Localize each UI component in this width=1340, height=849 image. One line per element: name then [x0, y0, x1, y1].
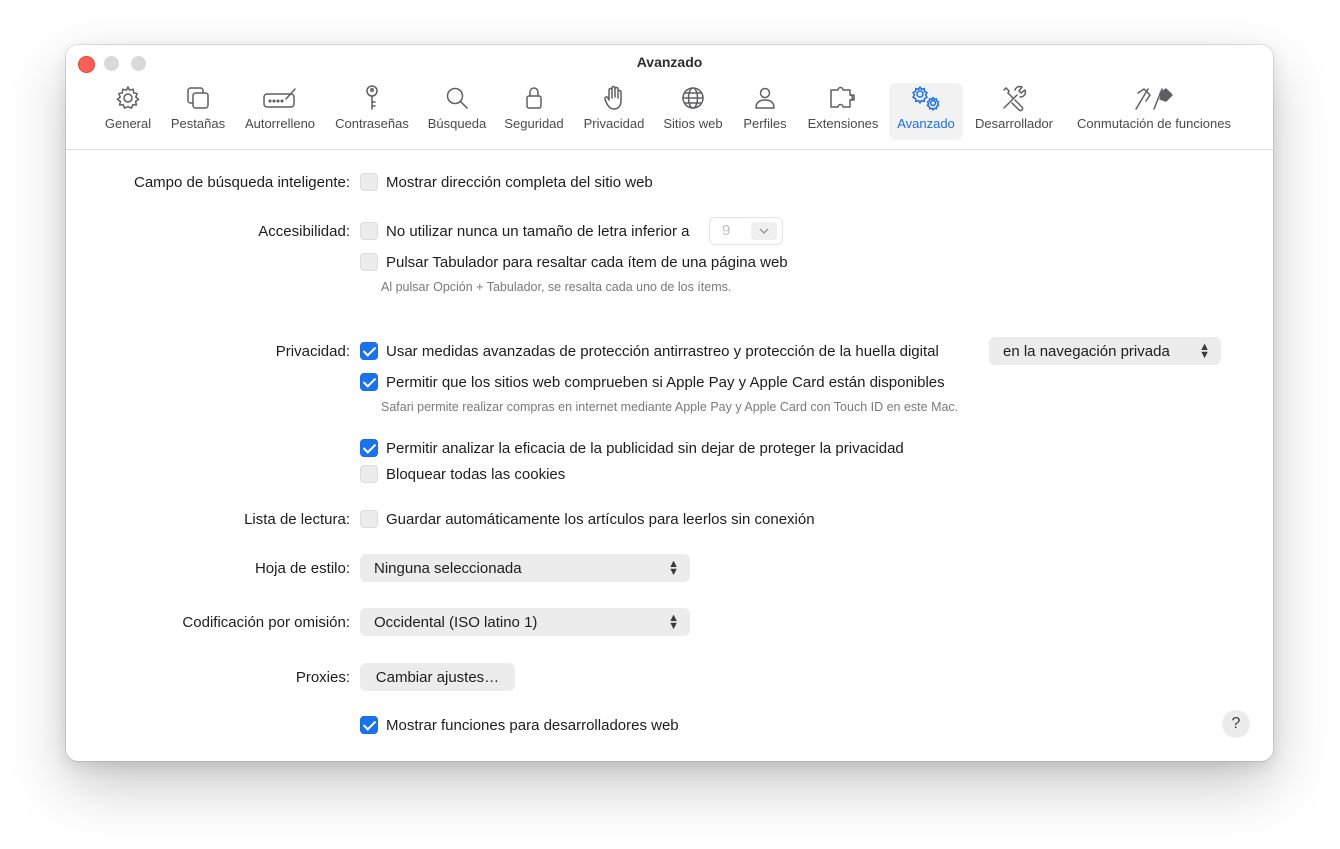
tab-conmutacion-de-funciones[interactable]: Conmutación de funciones	[1066, 83, 1242, 140]
tabs-icon	[185, 83, 211, 113]
tab-label: Contraseñas	[335, 116, 409, 131]
accessibility-label: Accesibilidad:	[258, 223, 350, 240]
min-font-size-field[interactable]: 9	[709, 217, 783, 245]
globe-icon	[680, 83, 706, 113]
block-cookies-checkbox[interactable]	[360, 465, 378, 483]
up-down-chevron-icon: ▲ ▼	[668, 558, 679, 578]
change-proxy-settings-button[interactable]: Cambiar ajustes…	[360, 663, 515, 691]
advanced-tracking-label: Usar medidas avanzadas de protección ant…	[386, 343, 939, 360]
min-font-size-label: No utilizar nunca un tamaño de letra inf…	[386, 223, 690, 240]
gears-icon	[909, 83, 943, 113]
tab-desarrollador[interactable]: Desarrollador	[970, 83, 1058, 140]
tab-label: Pestañas	[170, 116, 226, 131]
tab-pestanas[interactable]: Pestañas	[166, 83, 230, 140]
reading-list-offline-label: Guardar automáticamente los artículos pa…	[386, 511, 815, 528]
stylesheet-value: Ninguna seleccionada	[374, 559, 522, 577]
tab-label: Extensiones	[807, 116, 879, 131]
tab-highlight-label: Pulsar Tabulador para resaltar cada ítem…	[386, 254, 788, 271]
tracking-mode-value: en la navegación privada	[1003, 342, 1170, 360]
tab-label: General	[104, 116, 152, 131]
tab-general[interactable]: General	[98, 83, 158, 140]
puzzle-icon	[828, 83, 858, 113]
tab-perfiles[interactable]: Perfiles	[736, 83, 794, 140]
tab-label: Sitios web	[663, 116, 723, 131]
show-developer-features-label: Mostrar funciones para desarrolladores w…	[386, 717, 679, 734]
tab-label: Desarrollador	[974, 116, 1054, 131]
tab-extensiones[interactable]: Extensiones	[802, 83, 884, 140]
tab-privacidad[interactable]: Privacidad	[576, 83, 652, 140]
tab-label: Autorrelleno	[244, 116, 316, 131]
tab-autorrelleno[interactable]: Autorrelleno	[238, 83, 322, 140]
up-down-chevron-icon: ▲ ▼	[668, 612, 679, 632]
advanced-tracking-checkbox[interactable]	[360, 342, 378, 360]
person-icon	[752, 83, 778, 113]
window-title: Avanzado	[636, 54, 703, 70]
toolbar: Avanzado General Pestañas Autorrelleno C…	[66, 45, 1273, 150]
help-button[interactable]: ?	[1222, 710, 1250, 738]
tab-label: Avanzado	[897, 116, 955, 131]
show-full-address-label: Mostrar dirección completa del sitio web	[386, 174, 653, 191]
magnifier-icon	[444, 83, 470, 113]
chevron-down-icon[interactable]	[751, 222, 777, 240]
tab-highlight-checkbox[interactable]	[360, 253, 378, 271]
accessibility-note: Al pulsar Opción + Tabulador, se resalta…	[381, 280, 732, 294]
encoding-label: Codificación por omisión:	[182, 614, 350, 631]
reading-list-label: Lista de lectura:	[244, 511, 350, 528]
ad-measurement-checkbox[interactable]	[360, 439, 378, 457]
encoding-popup[interactable]: Occidental (ISO latino 1) ▲ ▼	[360, 608, 690, 636]
tools-icon	[1000, 83, 1028, 113]
tab-label: Seguridad	[504, 116, 564, 131]
tab-label: Búsqueda	[427, 116, 487, 131]
tab-seguridad[interactable]: Seguridad	[500, 83, 568, 140]
flags-icon	[1132, 83, 1176, 113]
reading-list-offline-checkbox[interactable]	[360, 510, 378, 528]
tab-label: Privacidad	[583, 116, 645, 131]
encoding-value: Occidental (ISO latino 1)	[374, 613, 538, 631]
show-full-address-checkbox[interactable]	[360, 173, 378, 191]
apple-pay-note: Safari permite realizar compras en inter…	[381, 400, 959, 414]
apple-pay-label: Permitir que los sitios web comprueben s…	[386, 374, 945, 391]
tab-contrasenas[interactable]: Contraseñas	[329, 83, 415, 140]
min-font-size-checkbox[interactable]	[360, 222, 378, 240]
tracking-mode-popup[interactable]: en la navegación privada ▲ ▼	[989, 337, 1221, 365]
min-font-size-value: 9	[722, 222, 731, 239]
up-down-chevron-icon: ▲ ▼	[1199, 341, 1210, 361]
ad-measurement-label: Permitir analizar la eficacia de la publ…	[386, 440, 904, 457]
lock-icon	[523, 83, 545, 113]
stylesheet-popup[interactable]: Ninguna seleccionada ▲ ▼	[360, 554, 690, 582]
proxies-label: Proxies:	[295, 669, 350, 686]
stylesheet-label: Hoja de estilo:	[254, 560, 350, 577]
preferences-window: Avanzado General Pestañas Autorrelleno C…	[66, 45, 1273, 761]
block-cookies-label: Bloquear todas las cookies	[386, 466, 566, 483]
hand-icon	[602, 83, 626, 113]
tab-sitios-web[interactable]: Sitios web	[658, 83, 728, 140]
smart-search-label: Campo de búsqueda inteligente:	[134, 174, 350, 191]
apple-pay-checkbox[interactable]	[360, 373, 378, 391]
privacy-label: Privacidad:	[275, 343, 350, 360]
gear-icon	[115, 83, 141, 113]
tab-busqueda[interactable]: Búsqueda	[422, 83, 492, 140]
key-icon	[361, 83, 383, 113]
show-developer-features-checkbox[interactable]	[360, 716, 378, 734]
autofill-icon	[262, 83, 298, 113]
tab-label: Conmutación de funciones	[1077, 116, 1231, 131]
tab-label: Perfiles	[743, 116, 787, 131]
tab-avanzado[interactable]: Avanzado	[889, 83, 963, 140]
